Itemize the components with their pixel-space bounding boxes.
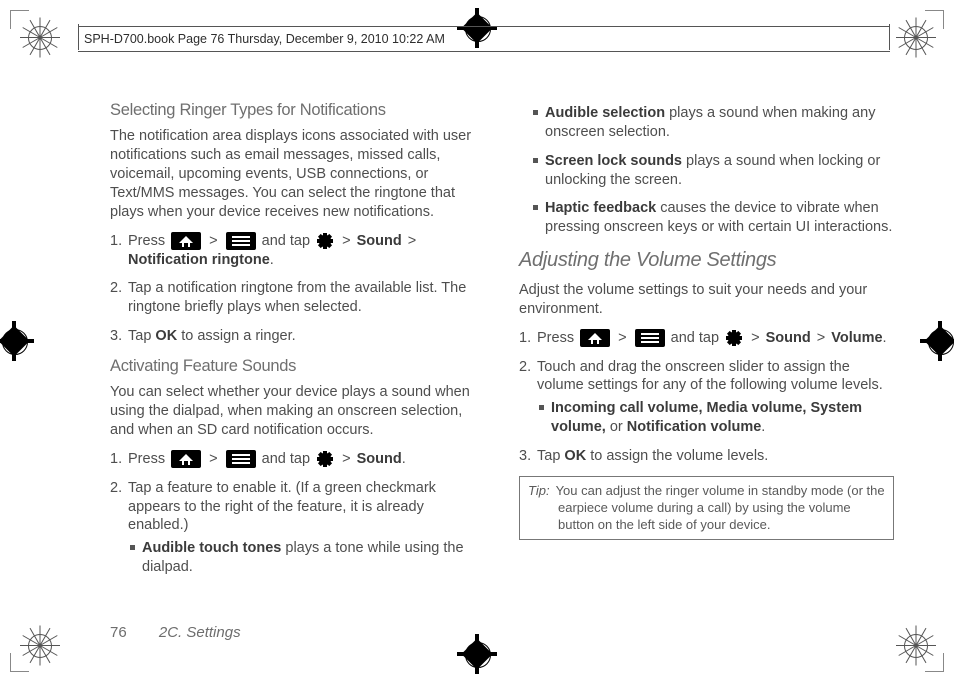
page-footer: 76 2C. Settings (110, 623, 241, 643)
cross-mark (920, 321, 954, 361)
home-icon (580, 329, 610, 347)
cross-mark (457, 634, 497, 674)
bullet-text: or (606, 419, 627, 435)
step-number: 1. (519, 329, 531, 348)
heading-volume-settings: Adjusting the Volume Settings (519, 247, 894, 273)
step-number: 1. (110, 450, 122, 469)
bullet-item: Audible selection plays a sound when mak… (545, 104, 894, 142)
registration-mark (898, 628, 932, 662)
page-content: Selecting Ringer Types for Notifications… (110, 100, 894, 612)
bullet-list: Audible selection plays a sound when mak… (519, 104, 894, 237)
step-text: Tap (128, 328, 155, 344)
step-text: Tap a feature to enable it. (If a green … (128, 480, 436, 534)
step-text: Tap (537, 448, 564, 464)
chevron-text: > (408, 233, 416, 249)
heading-feature-sounds: Activating Feature Sounds (110, 356, 485, 377)
menu-icon (635, 329, 665, 347)
step-text: Tap a notification ringtone from the ava… (128, 280, 466, 315)
bullet-item: Haptic feedback causes the device to vib… (545, 199, 894, 237)
step-item: 2. Tap a notification ringtone from the … (128, 279, 485, 317)
step-number: 2. (110, 479, 122, 498)
bullet-list: Audible touch tones plays a tone while u… (128, 539, 485, 577)
steps-list: 1. Press > and tap > Sound. 2. Tap a fea… (110, 450, 485, 577)
menu-icon (226, 232, 256, 250)
label-volume: Volume (831, 330, 882, 346)
step-text: Press (128, 451, 169, 467)
column-left: Selecting Ringer Types for Notifications… (110, 100, 485, 612)
step-item: 3. Tap OK to assign the volume levels. (537, 447, 894, 466)
label-notification-ringtone: Notification ringtone (128, 252, 270, 268)
label-audible-selection: Audible selection (545, 105, 665, 121)
tip-box: Tip: You can adjust the ringer volume in … (519, 476, 894, 541)
chevron-text: > (817, 330, 825, 346)
chevron-text: > (209, 451, 217, 467)
step-text: to assign a ringer. (177, 328, 296, 344)
label-ok: OK (564, 448, 586, 464)
paragraph: Adjust the volume settings to suit your … (519, 281, 894, 319)
gear-icon (316, 450, 334, 468)
chevron-text: > (342, 233, 350, 249)
bullet-item: Audible touch tones plays a tone while u… (142, 539, 485, 577)
step-text: and tap (262, 451, 314, 467)
home-icon (171, 450, 201, 468)
chevron-text: > (751, 330, 759, 346)
bullet-list: Incoming call volume, Media volume, Syst… (537, 399, 894, 437)
registration-mark (898, 20, 932, 54)
label-sound: Sound (357, 451, 402, 467)
step-number: 1. (110, 232, 122, 251)
step-item: 2. Tap a feature to enable it. (If a gre… (128, 479, 485, 577)
page-number: 76 (110, 624, 127, 641)
document-header: SPH-D700.book Page 76 Thursday, December… (78, 26, 890, 52)
registration-mark (22, 20, 56, 54)
home-icon (171, 232, 201, 250)
label-audible-touch-tones: Audible touch tones (142, 540, 281, 556)
gear-icon (725, 329, 743, 347)
tip-text: You can adjust the ringer volume in stan… (556, 483, 885, 532)
bullet-item: Screen lock sounds plays a sound when lo… (545, 152, 894, 190)
label-sound: Sound (766, 330, 811, 346)
step-number: 2. (519, 358, 531, 377)
step-item: 1. Press > and tap > Sound. (128, 450, 485, 469)
step-item: 1. Press > and tap > Sound > Notificatio… (128, 232, 485, 270)
chevron-text: > (209, 233, 217, 249)
registration-mark (22, 628, 56, 662)
step-text: and tap (671, 330, 723, 346)
step-text: and tap (262, 233, 314, 249)
section-label: 2C. Settings (159, 624, 241, 641)
steps-list: 1. Press > and tap > Sound > Notificatio… (110, 232, 485, 346)
step-text: Touch and drag the onscreen slider to as… (537, 359, 883, 394)
step-text: Press (128, 233, 169, 249)
gear-icon (316, 232, 334, 250)
step-item: 3. Tap OK to assign a ringer. (128, 327, 485, 346)
step-number: 3. (519, 447, 531, 466)
step-text: to assign the volume levels. (586, 448, 768, 464)
paragraph: You can select whether your device plays… (110, 383, 485, 440)
step-item: 1. Press > and tap > Sound > Volume. (537, 329, 894, 348)
label-sound: Sound (357, 233, 402, 249)
steps-list: 1. Press > and tap > Sound > Volume. 2. … (519, 329, 894, 466)
step-number: 2. (110, 279, 122, 298)
label-ok: OK (155, 328, 177, 344)
label-notification-volume: Notification volume (627, 419, 762, 435)
label-haptic-feedback: Haptic feedback (545, 200, 656, 216)
chevron-text: > (618, 330, 626, 346)
document-header-text: SPH-D700.book Page 76 Thursday, December… (84, 31, 445, 47)
step-item: 2. Touch and drag the onscreen slider to… (537, 358, 894, 437)
tip-label: Tip: (528, 483, 550, 498)
step-number: 3. (110, 327, 122, 346)
menu-icon (226, 450, 256, 468)
paragraph: The notification area displays icons ass… (110, 127, 485, 221)
cross-mark (0, 321, 34, 361)
step-text: Press (537, 330, 578, 346)
column-right: Audible selection plays a sound when mak… (519, 100, 894, 612)
bullet-item: Incoming call volume, Media volume, Syst… (551, 399, 894, 437)
heading-ringer-types: Selecting Ringer Types for Notifications (110, 100, 485, 121)
label-screen-lock-sounds: Screen lock sounds (545, 153, 682, 169)
chevron-text: > (342, 451, 350, 467)
